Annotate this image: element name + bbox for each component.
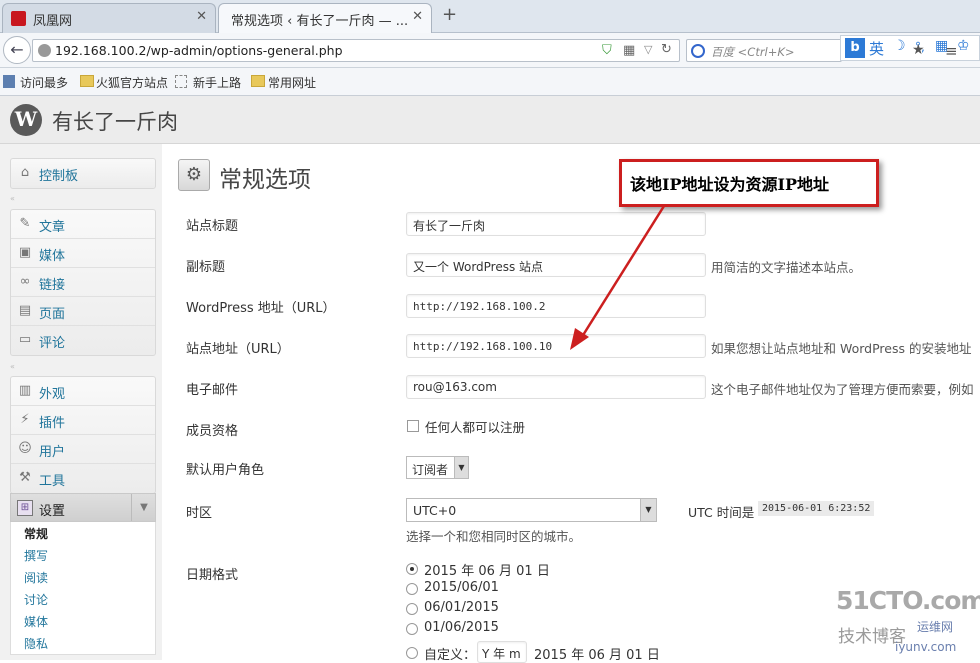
watermark-brand: 51CTO.com xyxy=(836,586,980,615)
watermark-line4: iyunv.com xyxy=(895,640,957,654)
watermark-line3: 运维网 xyxy=(917,620,954,634)
arrow-line xyxy=(578,205,666,341)
annotation-arrow xyxy=(570,205,666,350)
